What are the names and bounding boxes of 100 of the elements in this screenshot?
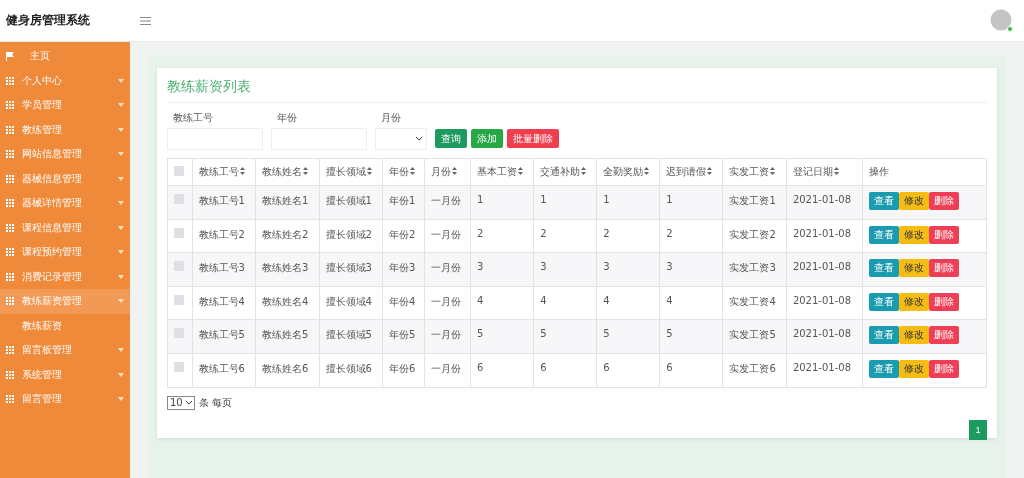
- sidebar-item[interactable]: 教练管理: [0, 117, 130, 142]
- column-header[interactable]: 月份: [424, 158, 471, 186]
- delete-button[interactable]: 删除: [929, 359, 959, 378]
- table-cell: 擅长领域6: [325, 362, 372, 374]
- table-cell: 教练工号6: [198, 362, 245, 374]
- caret-icon: [118, 225, 124, 230]
- sort-icon[interactable]: [239, 167, 245, 175]
- caret-icon: [118, 78, 124, 83]
- grid-icon: [6, 346, 14, 355]
- sort-icon[interactable]: [452, 167, 458, 175]
- add-button[interactable]: 添加: [471, 129, 503, 148]
- column-header[interactable]: 教练姓名: [255, 158, 320, 186]
- table-cell: 教练工号2: [198, 228, 245, 240]
- edit-button[interactable]: 修改: [899, 259, 929, 278]
- table-cell: 教练姓名3: [262, 262, 309, 274]
- page-button[interactable]: 1: [969, 419, 987, 440]
- delete-button[interactable]: 删除: [929, 225, 959, 244]
- table-cell: 2: [477, 227, 484, 239]
- sidebar-item[interactable]: 主页: [0, 44, 130, 69]
- view-button[interactable]: 查看: [869, 359, 899, 378]
- delete-button[interactable]: 删除: [929, 259, 959, 278]
- checkbox[interactable]: [174, 328, 184, 339]
- table-cell: 擅长领域3: [325, 262, 372, 274]
- table-cell: 6: [540, 361, 547, 373]
- sort-icon[interactable]: [833, 167, 839, 175]
- table-cell: 5: [666, 328, 673, 340]
- checkbox[interactable]: [174, 227, 184, 238]
- sort-icon[interactable]: [518, 167, 524, 175]
- column-header[interactable]: 实发工资: [722, 158, 787, 186]
- sidebar-item[interactable]: 器械信息管理: [0, 166, 130, 191]
- column-header[interactable]: 擅长领域: [319, 158, 383, 186]
- caret-icon: [118, 274, 124, 279]
- sidebar-item[interactable]: 系统管理: [0, 362, 130, 387]
- sidebar-item[interactable]: 器械详情管理: [0, 191, 130, 216]
- column-header[interactable]: 年份: [382, 158, 425, 186]
- column-header[interactable]: 迟到请假: [659, 158, 723, 186]
- sort-icon[interactable]: [410, 167, 416, 175]
- flag-icon: [6, 51, 14, 61]
- sidebar-item[interactable]: 消费记录管理: [0, 264, 130, 289]
- sidebar-item[interactable]: 教练薪资管理: [0, 289, 130, 314]
- table-cell: 教练工号4: [198, 295, 245, 307]
- caret-icon: [118, 348, 124, 353]
- sidebar-item[interactable]: 个人中心: [0, 68, 130, 93]
- view-button[interactable]: 查看: [869, 326, 899, 345]
- sidebar-item[interactable]: 留言管理: [0, 387, 130, 412]
- column-header[interactable]: 登记日期: [786, 158, 863, 186]
- menu-icon[interactable]: [140, 16, 151, 25]
- sidebar-item[interactable]: 网站信息管理: [0, 142, 130, 167]
- submenu-item[interactable]: 教练薪资: [0, 313, 130, 338]
- edit-button[interactable]: 修改: [899, 326, 929, 345]
- checkbox[interactable]: [174, 166, 184, 176]
- view-button[interactable]: 查看: [869, 259, 899, 278]
- field-label: 年份: [276, 111, 298, 125]
- delete-button[interactable]: 批量删除: [507, 129, 559, 148]
- table-cell: 6: [603, 361, 610, 373]
- checkbox[interactable]: [174, 361, 184, 372]
- delete-button[interactable]: 删除: [929, 292, 959, 311]
- sidebar-item[interactable]: 学员管理: [0, 93, 130, 118]
- table-cell: 5: [540, 328, 547, 340]
- sort-icon[interactable]: [366, 167, 372, 175]
- table-cell: 2021-01-08: [792, 227, 851, 239]
- sidebar-item[interactable]: 课程预约管理: [0, 240, 130, 265]
- column-header[interactable]: 教练工号: [192, 158, 256, 186]
- view-button[interactable]: 查看: [869, 292, 899, 311]
- sort-icon[interactable]: [707, 167, 713, 175]
- checkbox[interactable]: [174, 194, 184, 204]
- table-cell: 4: [603, 294, 610, 306]
- column-header[interactable]: 基本工资: [470, 158, 534, 186]
- edit-button[interactable]: 修改: [899, 292, 929, 311]
- table-cell: 4: [540, 294, 547, 306]
- caret-icon: [118, 397, 124, 402]
- sidebar-item[interactable]: 留言板管理: [0, 338, 130, 363]
- table-cell: 3: [603, 261, 610, 273]
- view-button[interactable]: 查看: [869, 192, 899, 210]
- checkbox[interactable]: [174, 261, 184, 272]
- sort-icon[interactable]: [770, 167, 776, 175]
- delete-button[interactable]: 删除: [929, 192, 959, 210]
- edit-button[interactable]: 修改: [899, 192, 929, 210]
- table-cell: 年份2: [389, 228, 416, 240]
- table-cell: 实发工资5: [729, 329, 776, 341]
- column-header: 操作: [862, 158, 987, 186]
- sort-icon[interactable]: [303, 167, 309, 175]
- sidebar-item[interactable]: 课程信息管理: [0, 215, 130, 240]
- column-header[interactable]: 全勤奖励: [596, 158, 660, 186]
- view-button[interactable]: 查看: [869, 225, 899, 244]
- edit-button[interactable]: 修改: [899, 359, 929, 378]
- search-button[interactable]: 查询: [435, 129, 467, 148]
- table-cell: 6: [477, 361, 484, 373]
- delete-button[interactable]: 删除: [929, 326, 959, 345]
- sort-icon[interactable]: [644, 167, 650, 175]
- edit-button[interactable]: 修改: [899, 225, 929, 244]
- table-cell: 擅长领域2: [325, 228, 372, 240]
- table-cell: 1: [540, 194, 547, 205]
- table-cell: 一月份: [431, 295, 462, 307]
- table-cell: 实发工资2: [729, 228, 776, 240]
- sort-icon[interactable]: [581, 167, 587, 175]
- checkbox[interactable]: [174, 294, 184, 305]
- page-size-select[interactable]: 10: [167, 395, 195, 410]
- column-header[interactable]: 交通补助: [533, 158, 597, 186]
- table-cell: 擅长领域5: [325, 329, 372, 341]
